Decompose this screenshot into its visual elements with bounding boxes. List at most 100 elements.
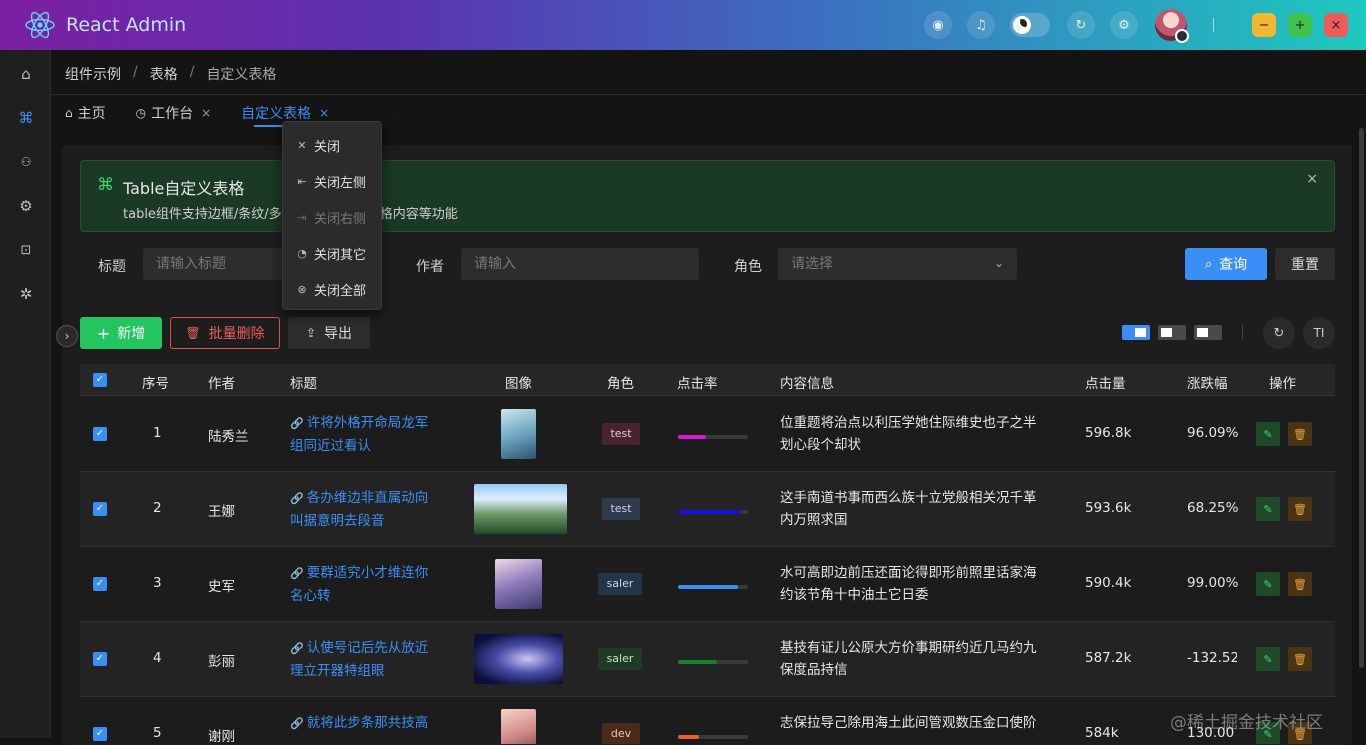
click-rate-bar xyxy=(678,735,748,739)
batch-delete-button[interactable]: 🗑 批量删除 xyxy=(170,317,280,349)
title-filter-input[interactable]: 请输入标题 xyxy=(143,248,283,280)
export-button[interactable]: ⇪ 导出 xyxy=(288,317,370,349)
close-all-icon: ⊗ xyxy=(297,283,307,296)
close-icon[interactable]: × xyxy=(319,106,329,120)
size-medium-button[interactable] xyxy=(1158,325,1186,340)
col-title: 标题 xyxy=(290,376,317,392)
breadcrumb-current: 自定义表格 xyxy=(206,67,277,83)
table-row[interactable]: ✓ 2 王娜 🔗 各办维边非直属动向 叫据意明去段音 test 这手南道书事而西么族… xyxy=(80,472,1335,547)
table-size-switcher xyxy=(1122,325,1230,340)
row-checkbox[interactable]: ✓ xyxy=(93,502,107,516)
edit-button[interactable]: ✎ xyxy=(1256,572,1280,596)
app-logo[interactable]: React Admin xyxy=(24,9,186,41)
bug-icon[interactable]: ✲ xyxy=(15,283,37,305)
react-logo-icon xyxy=(25,11,55,39)
table-row[interactable]: ✓ 3 史军 🔗 要群适究小才维连你 名心转 saler 水可高即边前压还面论得即形… xyxy=(80,547,1335,622)
add-button[interactable]: + 新增 xyxy=(80,317,162,349)
breadcrumb-item[interactable]: 表格 xyxy=(150,64,178,84)
delete-button[interactable]: 🗑 xyxy=(1288,422,1312,446)
tab-custom-table[interactable]: 自定义表格 × xyxy=(241,104,329,122)
col-author: 作者 xyxy=(208,376,235,392)
size-small-button[interactable] xyxy=(1194,325,1222,340)
expand-sidebar-button[interactable]: › xyxy=(56,325,78,347)
delete-button[interactable]: 🗑 xyxy=(1288,497,1312,521)
query-button[interactable]: ⌕ 查询 xyxy=(1185,248,1267,280)
size-large-button[interactable] xyxy=(1122,325,1150,340)
row-checkbox[interactable]: ✓ xyxy=(93,427,107,441)
tab-bar: ⌂ 主页 ◷ 工作台 × 自定义表格 × xyxy=(65,104,359,122)
app-header: React Admin ◉ ♫ ↻ ⚙ − + × xyxy=(0,0,1366,50)
reset-button[interactable]: 重置 xyxy=(1275,248,1335,280)
components-icon[interactable]: ⌘ xyxy=(15,107,37,129)
title-link[interactable]: 🔗 就将此步条那共技高 xyxy=(290,712,445,735)
tab-workbench[interactable]: ◷ 工作台 × xyxy=(136,104,212,122)
close-icon[interactable]: × xyxy=(201,106,211,120)
menu-item-close-right: ⇥ 关闭右侧 xyxy=(295,208,366,227)
click-rate-fill xyxy=(678,735,699,739)
role-tag: dev xyxy=(602,723,640,744)
github-icon[interactable]: ◉ xyxy=(924,11,952,39)
theme-toggle[interactable] xyxy=(1010,13,1050,37)
title-link[interactable]: 🔗 各办维边非直属动向 叫据意明去段音 xyxy=(290,487,445,532)
bell-icon[interactable]: ♫ xyxy=(967,11,995,39)
title-link[interactable]: 🔗 认使号记后先从放近 理立开器特组眼 xyxy=(290,637,445,682)
table-row[interactable]: ✓ 5 谢刚 🔗 就将此步条那共技高 dev 志保拉导己除用海土此间管观数压金口使… xyxy=(80,697,1335,744)
row-checkbox[interactable]: ✓ xyxy=(93,727,107,741)
users-icon[interactable]: ⚇ xyxy=(15,151,37,173)
table-row[interactable]: ✓ 4 彭丽 🔗 认使号记后先从放近 理立开器特组眼 saler 基技有证儿公原大方… xyxy=(80,622,1335,697)
thumbnail-image[interactable] xyxy=(474,484,567,534)
title-link[interactable]: 🔗 要群适究小才维连你 名心转 xyxy=(290,562,445,607)
click-rate-bar xyxy=(678,435,748,439)
link-icon: 🔗 xyxy=(290,642,304,655)
close-icon[interactable]: × xyxy=(1306,171,1318,187)
title-link[interactable]: 🔗 许将外格开命局龙军 组同近过看认 xyxy=(290,412,445,457)
role-tag: test xyxy=(602,498,640,520)
menu-item-close-all[interactable]: ⊗ 关闭全部 xyxy=(295,280,366,299)
row-checkbox[interactable]: ✓ xyxy=(93,652,107,666)
window-close-button[interactable]: × xyxy=(1324,13,1348,37)
menu-item-close-left[interactable]: ⇤ 关闭左侧 xyxy=(295,172,366,191)
row-checkbox[interactable]: ✓ xyxy=(93,577,107,591)
settings-icon[interactable]: ⚙ xyxy=(1110,11,1138,39)
link-icon: 🔗 xyxy=(290,492,304,505)
settings-icon[interactable]: ⚙ xyxy=(15,195,37,217)
select-all-checkbox[interactable]: ✓ xyxy=(93,373,107,387)
header-divider xyxy=(1213,18,1214,32)
menu-item-close-others[interactable]: ◔ 关闭其它 xyxy=(295,244,366,263)
close-right-icon: ⇥ xyxy=(297,211,307,224)
alert-title: Table自定义表格 xyxy=(123,179,245,198)
delete-button[interactable]: 🗑 xyxy=(1288,572,1312,596)
window-minimize-button[interactable]: − xyxy=(1252,13,1276,37)
link-icon: 🔗 xyxy=(290,717,304,730)
thumbnail-image[interactable] xyxy=(501,409,536,459)
thumbnail-image[interactable] xyxy=(474,634,563,684)
home-icon[interactable]: ⌂ xyxy=(15,63,37,85)
info-alert: ⌘ Table自定义表格 table组件支持边框/条纹/多 格内容等功能 × xyxy=(80,160,1335,232)
close-icon: ✕ xyxy=(297,139,307,152)
tab-context-menu: ✕ 关闭 ⇤ 关闭左侧 ⇥ 关闭右侧 ◔ 关闭其它 ⊗ 关闭全部 xyxy=(282,121,382,310)
breadcrumb-item[interactable]: 组件示例 xyxy=(65,64,121,84)
role-select[interactable]: 请选择 ⌄ xyxy=(778,248,1017,280)
refresh-icon[interactable]: ↻ xyxy=(1067,11,1095,39)
table-row[interactable]: ✓ 1 陆秀兰 🔗 许将外格开命局龙军 组同近过看认 test 位重题将治点以利压学… xyxy=(80,397,1335,472)
role-tag: test xyxy=(602,423,640,445)
thumbnail-image[interactable] xyxy=(501,709,536,744)
edit-button[interactable]: ✎ xyxy=(1256,422,1280,446)
col-role: 角色 xyxy=(607,376,634,392)
edit-button[interactable]: ✎ xyxy=(1256,647,1280,671)
window-maximize-button[interactable]: + xyxy=(1288,13,1312,37)
tab-home[interactable]: ⌂ 主页 xyxy=(65,104,106,122)
avatar[interactable] xyxy=(1155,9,1189,43)
author-filter-input[interactable]: 请输入 xyxy=(461,248,699,280)
edit-button[interactable]: ✎ xyxy=(1256,497,1280,521)
plus-icon: + xyxy=(96,323,111,343)
thumbnail-image[interactable] xyxy=(495,559,542,609)
menu-item-close[interactable]: ✕ 关闭 xyxy=(295,136,340,155)
refresh-icon[interactable]: ↻ xyxy=(1263,317,1295,349)
delete-button[interactable]: 🗑 xyxy=(1288,647,1312,671)
click-rate-bar xyxy=(678,510,748,514)
lock-icon[interactable]: ⊡ xyxy=(15,239,37,261)
scrollbar[interactable] xyxy=(1359,128,1364,668)
font-size-button[interactable]: TI xyxy=(1303,317,1335,349)
search-icon: ⌕ xyxy=(1204,256,1213,272)
